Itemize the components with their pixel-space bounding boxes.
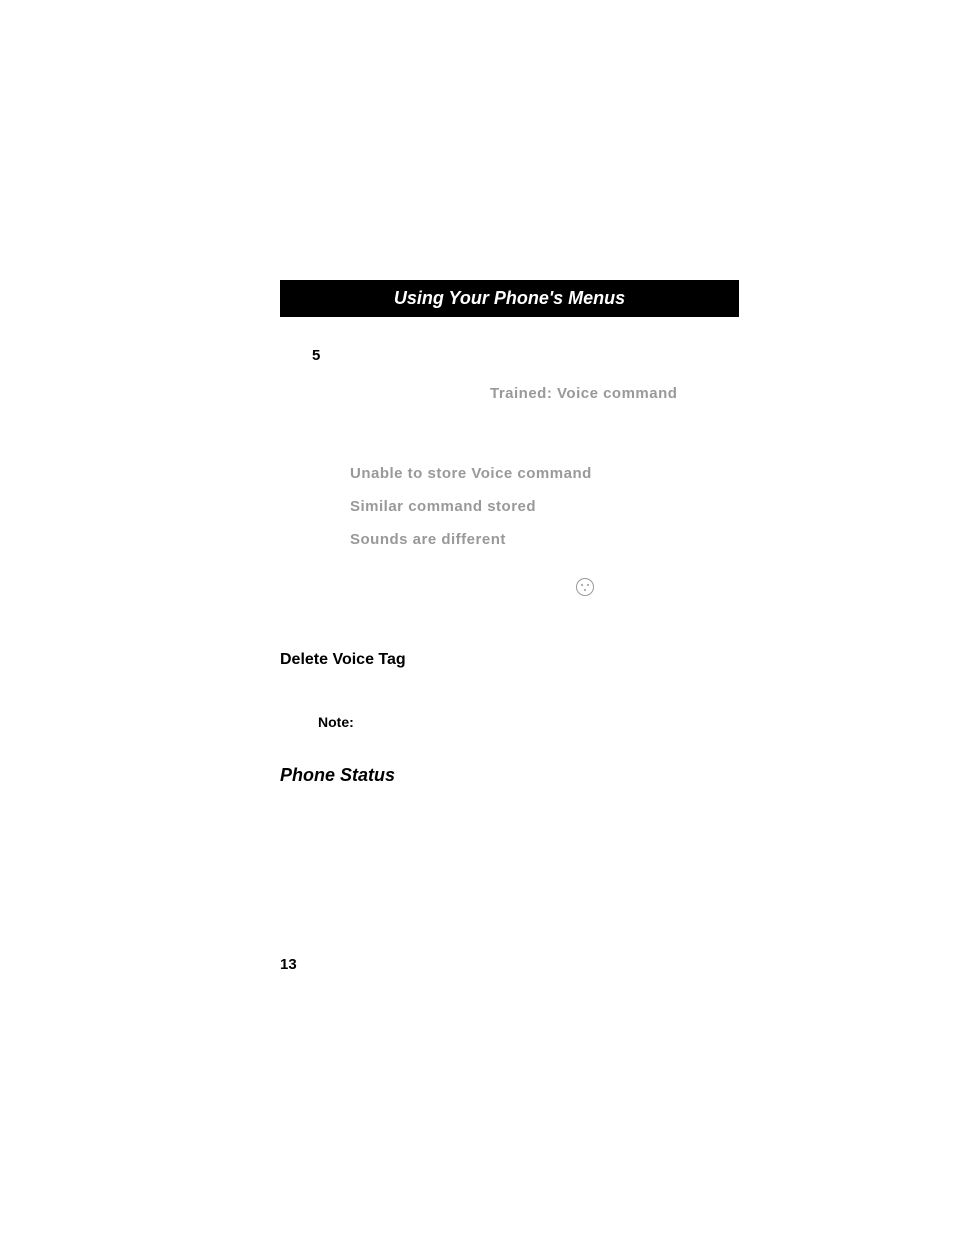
trained-message: Trained: Voice command [490, 385, 739, 402]
phone-status-heading: Phone Status [280, 765, 739, 786]
header-bar: Using Your Phone's Menus [280, 280, 739, 317]
error-line-2: Similar command stored [350, 490, 739, 523]
note-label: Note: [318, 714, 739, 730]
page-number: 13 [280, 956, 739, 973]
error-line-3: Sounds are different [350, 523, 739, 556]
delete-voice-tag-heading: Delete Voice Tag [280, 651, 739, 669]
error-line-1: Unable to store Voice command [350, 457, 739, 490]
ok-icon [576, 578, 594, 596]
step-row: 5 [280, 347, 739, 365]
page-container: Using Your Phone's Menus 5 Trained: Voic… [0, 0, 954, 973]
step-number: 5 [312, 347, 320, 364]
error-block: Unable to store Voice command Similar co… [350, 457, 739, 556]
header-title: Using Your Phone's Menus [394, 288, 625, 308]
